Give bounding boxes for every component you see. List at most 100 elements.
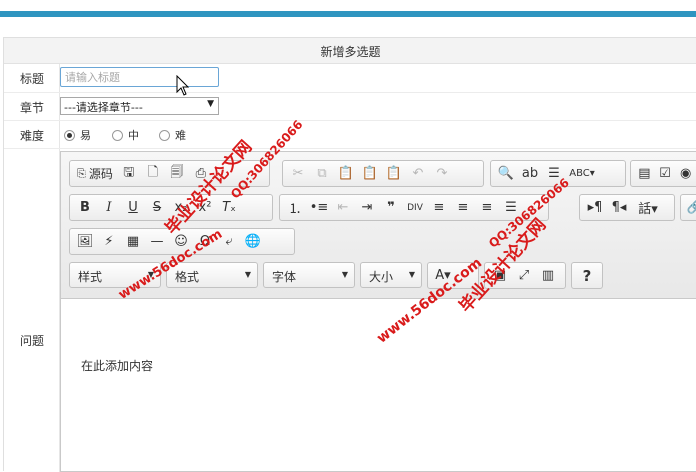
font-combo-label: 字体 <box>272 270 297 284</box>
replace-icon: ab <box>521 166 539 181</box>
difficulty-radio-easy[interactable]: 易 <box>64 127 91 143</box>
undo-button[interactable]: ↶ <box>406 163 430 185</box>
chevron-down-icon: ▼ <box>207 99 214 109</box>
outdent-icon: ⇤ <box>337 200 349 215</box>
difficulty-radio-hard[interactable]: 难 <box>159 127 186 143</box>
italic-button[interactable]: I <box>97 197 121 219</box>
radio-checked-icon <box>64 129 75 141</box>
format-combo-label: 格式 <box>175 270 200 284</box>
checkbox-button[interactable]: ☑ <box>655 163 676 185</box>
blockquote-button[interactable]: ❞ <box>379 197 403 219</box>
indent-button[interactable]: ⇥ <box>355 197 379 219</box>
new-page-button[interactable]: 🗋 <box>141 163 165 185</box>
language-icon: 話▾ <box>638 202 658 217</box>
redo-button[interactable]: ↷ <box>430 163 454 185</box>
rtl-icon: ¶◂ <box>611 200 627 215</box>
align-right-icon: ≡ <box>481 200 493 215</box>
link-button[interactable]: 🔗 <box>684 197 696 219</box>
radio-unchecked-icon <box>112 129 123 141</box>
chapter-select[interactable]: ---请选择章节--- ▼ <box>60 97 219 115</box>
find-button[interactable]: 🔍 <box>494 163 518 185</box>
paste-icon: 📋 <box>337 166 355 181</box>
bulleted-list-icon: •≡ <box>309 200 329 215</box>
row-divider <box>4 120 696 121</box>
align-center-button[interactable]: ≡ <box>451 197 475 219</box>
radio-icon: ◉ <box>680 166 692 181</box>
form-header: 新增多选题 <box>4 38 696 64</box>
source-button[interactable]: ⎘ 源码 <box>73 163 117 185</box>
show-blocks-button[interactable]: ▥ <box>536 265 560 287</box>
chevron-down-icon: ▼ <box>341 270 348 279</box>
chapter-select-value: ---请选择章节--- <box>64 101 143 114</box>
image-button[interactable]: 🖼 <box>73 231 97 253</box>
help-icon: ? <box>582 266 592 285</box>
form-title: 新增多选题 <box>320 45 381 59</box>
horizontal-rule-icon: — <box>150 234 164 249</box>
toolbar-group-forms: ▤ ☑ ◉ <box>630 160 696 187</box>
align-right-button[interactable]: ≡ <box>475 197 499 219</box>
ltr-icon: ▸¶ <box>587 200 603 215</box>
save-button[interactable]: 🖫 <box>117 163 141 185</box>
align-left-button[interactable]: ≡ <box>427 197 451 219</box>
editor-content[interactable]: 在此添加内容 <box>81 357 153 374</box>
rtl-button[interactable]: ¶◂ <box>607 197 631 219</box>
cut-icon: ✂ <box>292 166 304 181</box>
radio-label: 难 <box>175 129 186 142</box>
show-blocks-icon: ▥ <box>541 268 555 283</box>
ltr-button[interactable]: ▸¶ <box>583 197 607 219</box>
label-difficulty: 难度 <box>19 129 44 143</box>
copy-button[interactable]: ⧉ <box>310 163 334 185</box>
toolbar-group-clipboard: ✂ ⧉ 📋 📋 📋 ↶ ↷ <box>282 160 484 187</box>
title-input[interactable] <box>60 67 219 87</box>
new-page-icon: 🗋 <box>147 164 159 180</box>
blockquote-icon: ❞ <box>387 200 395 215</box>
strike-icon: S <box>152 200 162 215</box>
source-icon: ⎘ <box>77 166 86 180</box>
replace-button[interactable]: ab <box>518 163 542 185</box>
top-white-strip <box>0 0 696 11</box>
maximize-icon: ⤢ <box>518 268 530 283</box>
iframe-button[interactable]: 🌐 <box>241 231 265 253</box>
paste-text-button[interactable]: 📋 <box>358 163 382 185</box>
label-title: 标题 <box>19 72 44 86</box>
language-button[interactable]: 話▾ <box>631 197 665 219</box>
creatediv-button[interactable]: DIV <box>403 197 427 219</box>
size-combo[interactable]: 大小 ▼ <box>360 262 422 288</box>
flash-icon: ⚡ <box>104 234 114 249</box>
table-button[interactable]: ▦ <box>121 231 145 253</box>
form-button[interactable]: ▤ <box>634 163 655 185</box>
about-button[interactable]: ? <box>575 265 599 287</box>
paste-word-icon: 📋 <box>385 166 403 181</box>
underline-icon: U <box>128 200 138 215</box>
font-combo[interactable]: 字体 ▼ <box>263 262 355 288</box>
numbered-list-button[interactable]: ⒈ <box>283 197 307 219</box>
form-icon: ▤ <box>638 166 651 181</box>
paste-word-button[interactable]: 📋 <box>382 163 406 185</box>
row-divider <box>4 92 696 93</box>
flash-button[interactable]: ⚡ <box>97 231 121 253</box>
bulleted-list-button[interactable]: •≡ <box>307 197 331 219</box>
difficulty-radio-medium[interactable]: 中 <box>112 127 139 143</box>
paste-button[interactable]: 📋 <box>334 163 358 185</box>
preview-icon: 🗐 <box>170 164 184 180</box>
undo-icon: ↶ <box>412 166 424 181</box>
label-chapter: 章节 <box>19 101 44 115</box>
paste-text-icon: 📋 <box>361 166 379 181</box>
radio-label: 中 <box>128 129 139 142</box>
spellcheck-icon: ABC▾ <box>569 168 595 179</box>
styles-combo-label: 样式 <box>78 270 103 284</box>
table-icon: ▦ <box>126 234 140 249</box>
spellcheck-button[interactable]: ABC▾ <box>566 163 598 185</box>
save-icon: 🖫 <box>123 164 135 180</box>
underline-button[interactable]: U <box>121 197 145 219</box>
radio-button[interactable]: ◉ <box>675 163 696 185</box>
bold-button[interactable]: B <box>73 197 97 219</box>
justify-icon: ☰ <box>505 200 517 215</box>
cut-button[interactable]: ✂ <box>286 163 310 185</box>
outdent-button[interactable]: ⇤ <box>331 197 355 219</box>
preview-button[interactable]: 🗐 <box>165 163 189 185</box>
radio-label: 易 <box>80 129 91 142</box>
toolbar-group-about: ? <box>571 262 603 289</box>
maximize-button[interactable]: ⤢ <box>512 265 536 287</box>
horizontal-rule-button[interactable]: — <box>145 231 169 253</box>
